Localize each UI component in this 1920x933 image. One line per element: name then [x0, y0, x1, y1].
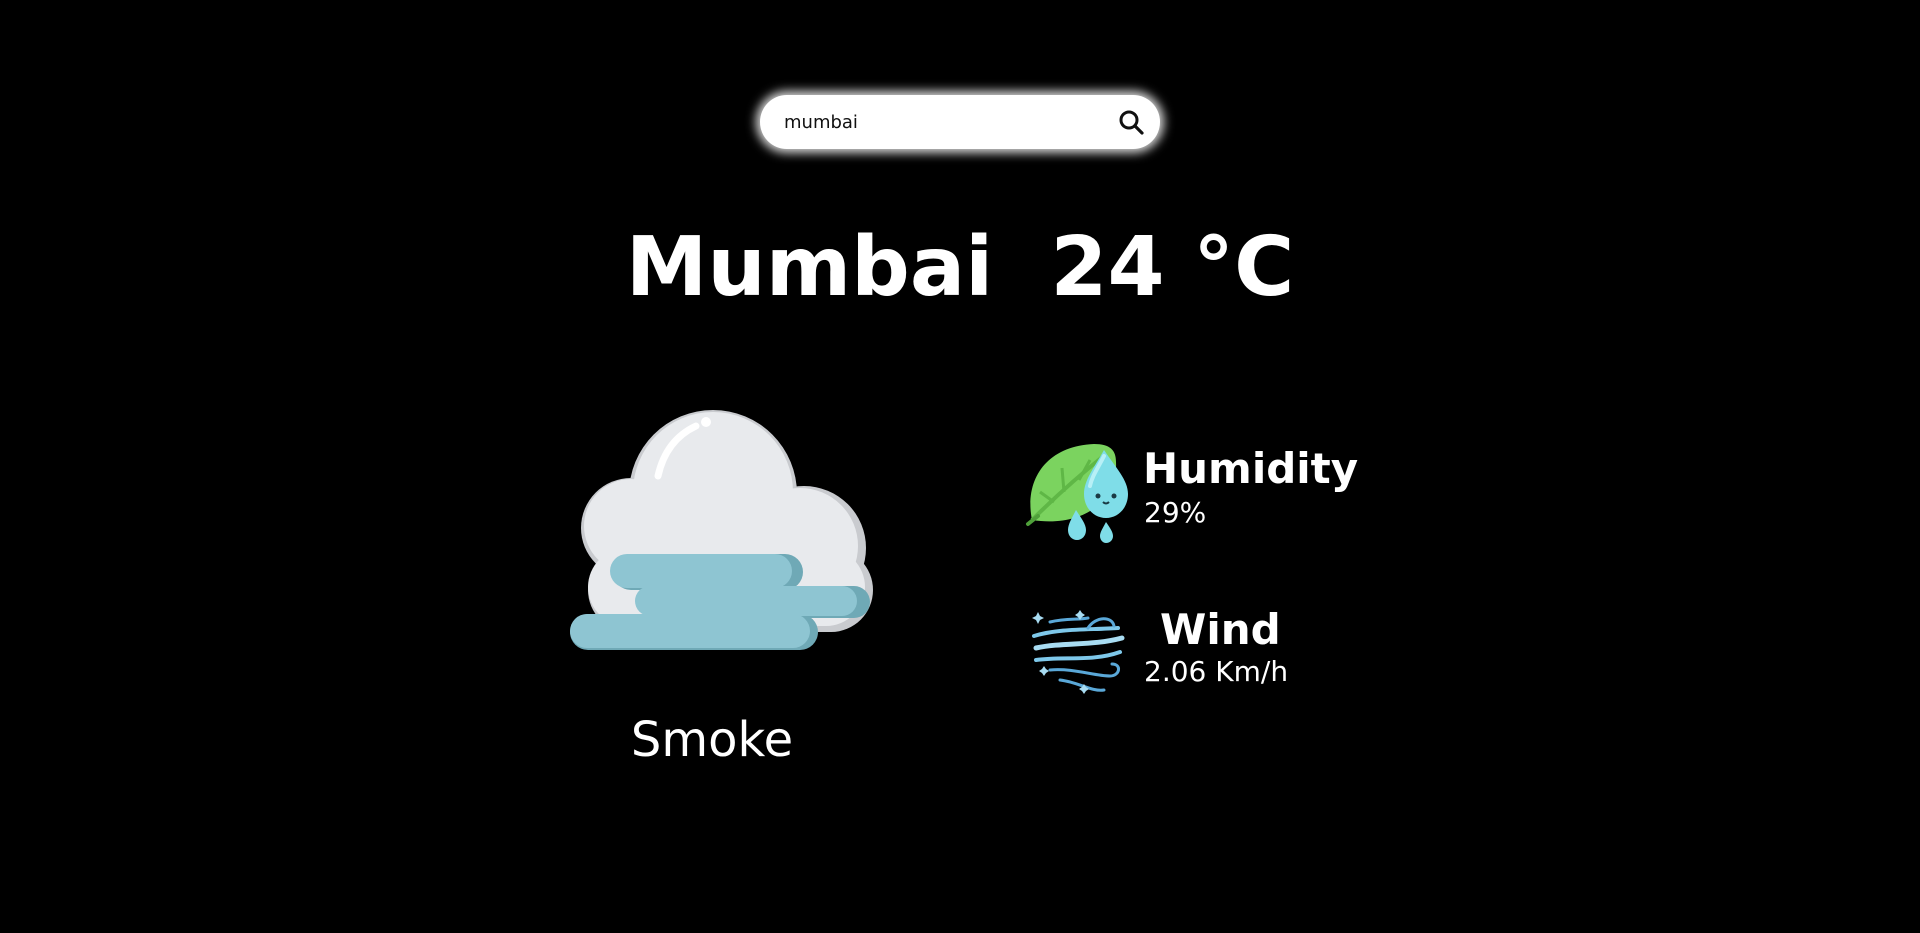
- smoke-cloud-icon: [570, 410, 873, 650]
- weather-condition: Smoke: [630, 712, 794, 768]
- city-name: Mumbai: [625, 220, 994, 315]
- wind-label: Wind: [1160, 605, 1281, 654]
- search-icon: [1119, 110, 1144, 135]
- location-temperature-heading: Mumbai 24 °C: [0, 218, 1920, 318]
- humidity-icon: [1026, 444, 1128, 543]
- humidity-label: Humidity: [1143, 444, 1359, 493]
- wind-icon: [1032, 610, 1125, 694]
- search-input[interactable]: [784, 95, 1104, 149]
- wind-value: 2.06 Km/h: [1144, 655, 1289, 688]
- search-button[interactable]: [1116, 107, 1146, 137]
- humidity-value: 29%: [1144, 496, 1207, 529]
- search-bar: [760, 95, 1160, 149]
- temperature-value: 24 °C: [1050, 220, 1295, 315]
